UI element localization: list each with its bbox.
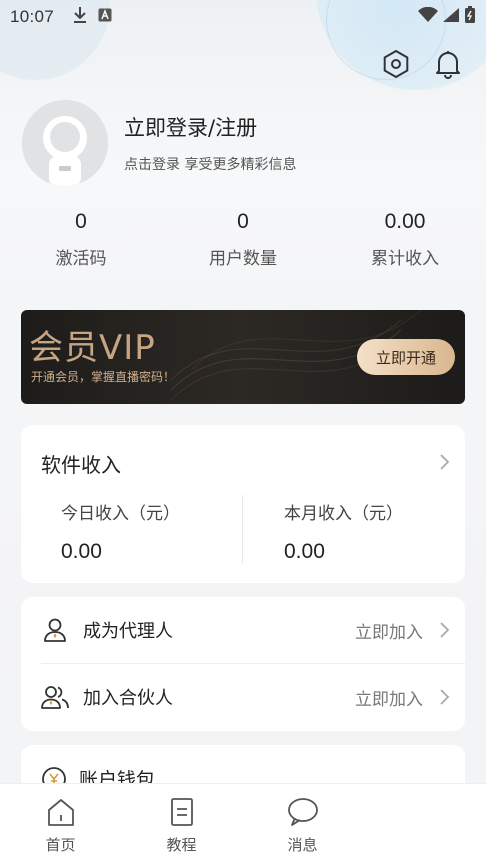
partner-icon (41, 683, 69, 711)
agent-icon (41, 616, 69, 644)
stat-label: 用户数量 (209, 249, 277, 269)
avatar[interactable] (22, 100, 108, 186)
chevron-right-icon (440, 622, 450, 638)
chat-icon (287, 798, 318, 826)
download-icon (72, 6, 88, 29)
document-icon (170, 798, 193, 826)
page: 10:07 立即登录/注册 点击登录 享受更多精彩信息 0 激活码 0 用户数量… (0, 0, 486, 864)
month-income: 本月收入（元） 0.00 (242, 495, 465, 565)
bell-icon[interactable] (432, 48, 464, 80)
today-income: 今日收入（元） 0.00 (21, 495, 242, 565)
signal-icon (442, 7, 460, 28)
chevron-right-icon (440, 689, 450, 705)
home-icon (47, 799, 74, 826)
join-action: 立即加入 (355, 689, 423, 710)
join-card: 成为代理人 立即加入 加入合伙人 立即加入 (21, 597, 465, 731)
nav-fade-overlay (330, 784, 486, 864)
vip-banner[interactable]: 会员VIP 开通会员，掌握直播密码！ 立即开通 (21, 310, 465, 404)
wifi-icon (418, 6, 438, 28)
stat-value: 0 (237, 210, 249, 233)
stat-user-count[interactable]: 0 用户数量 (162, 210, 324, 269)
stat-total-income[interactable]: 0.00 累计收入 (324, 210, 486, 269)
join-label: 加入合伙人 (83, 688, 173, 709)
join-label: 成为代理人 (83, 621, 173, 642)
stat-value: 0.00 (384, 210, 426, 233)
nav-label: 教程 (166, 836, 197, 854)
nav-label: 消息 (287, 836, 318, 854)
profile-section[interactable]: 立即登录/注册 点击登录 享受更多精彩信息 (22, 100, 296, 186)
stat-value: 0 (75, 210, 87, 233)
bottom-nav: 首页 教程 消息 (0, 783, 486, 864)
month-income-label: 本月收入（元） (284, 504, 403, 524)
divider (242, 495, 243, 563)
become-agent-row[interactable]: 成为代理人 立即加入 (21, 597, 465, 663)
status-notifications (72, 6, 112, 29)
login-register-link[interactable]: 立即登录/注册 (124, 112, 296, 142)
stat-activation-codes[interactable]: 0 激活码 (0, 210, 162, 269)
join-action: 立即加入 (355, 622, 423, 643)
income-columns: 今日收入（元） 0.00 本月收入（元） 0.00 (21, 495, 465, 565)
month-income-value: 0.00 (284, 540, 325, 563)
stats-row: 0 激活码 0 用户数量 0.00 累计收入 (0, 210, 486, 269)
nav-tutorial[interactable]: 教程 (121, 784, 242, 864)
app-notification-icon (98, 7, 112, 27)
hexagon-settings-icon[interactable] (380, 48, 412, 80)
today-income-label: 今日收入（元） (61, 504, 180, 524)
battery-icon (464, 5, 476, 29)
vip-open-button[interactable]: 立即开通 (357, 339, 455, 375)
nav-home[interactable]: 首页 (0, 784, 121, 864)
vip-title: 会员VIP (29, 328, 156, 368)
card-title: 软件收入 (41, 453, 121, 477)
header-actions (380, 48, 464, 80)
nav-label: 首页 (45, 836, 76, 854)
stat-label: 累计收入 (371, 249, 439, 269)
login-hint: 点击登录 享受更多精彩信息 (124, 157, 297, 173)
join-partner-row[interactable]: 加入合伙人 立即加入 (21, 664, 465, 730)
status-bar: 10:07 (0, 0, 486, 34)
status-time: 10:07 (10, 7, 55, 26)
status-system-icons (418, 5, 476, 29)
stat-label: 激活码 (55, 249, 107, 269)
profile-text: 立即登录/注册 点击登录 享受更多精彩信息 (124, 112, 296, 174)
today-income-value: 0.00 (61, 540, 102, 563)
software-income-card[interactable]: 软件收入 今日收入（元） 0.00 本月收入（元） 0.00 (21, 425, 465, 583)
chevron-right-icon (440, 454, 450, 470)
vip-subtitle: 开通会员，掌握直播密码！ (31, 370, 176, 384)
